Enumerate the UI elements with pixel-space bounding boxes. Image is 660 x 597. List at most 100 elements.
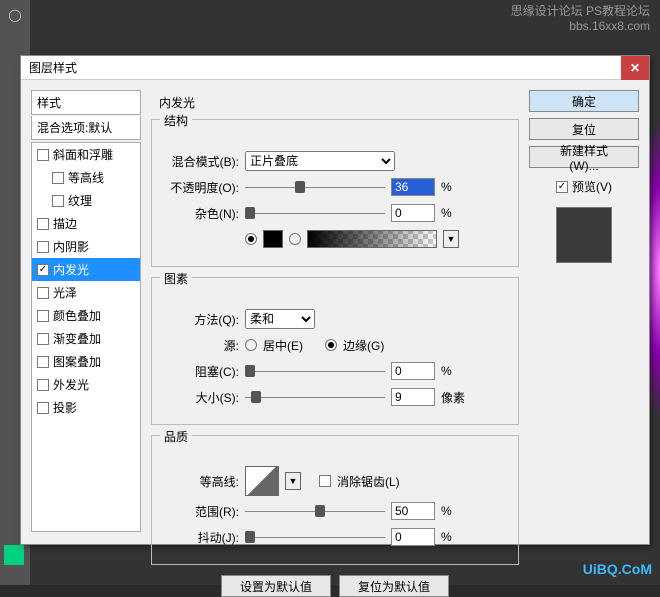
preview-swatch	[556, 207, 612, 263]
style-item[interactable]: 光泽	[32, 281, 140, 304]
jitter-slider[interactable]	[245, 528, 385, 546]
styles-header[interactable]: 样式	[31, 90, 141, 115]
style-checkbox[interactable]	[37, 218, 49, 230]
range-slider[interactable]	[245, 502, 385, 520]
style-checkbox[interactable]	[37, 287, 49, 299]
make-default-button[interactable]: 设置为默认值	[221, 575, 331, 597]
styles-column: 样式 混合选项:默认 斜面和浮雕等高线纹理描边内阴影内发光光泽颜色叠加渐变叠加图…	[31, 90, 141, 534]
range-input[interactable]: 50	[391, 502, 435, 520]
technique-select[interactable]: 柔和	[245, 309, 315, 329]
style-item[interactable]: 内阴影	[32, 235, 140, 258]
style-checkbox[interactable]	[52, 195, 64, 207]
style-label: 斜面和浮雕	[53, 146, 113, 163]
preview-checkbox[interactable]	[556, 181, 568, 193]
source-center-label: 居中(E)	[263, 337, 303, 354]
structure-group: 结构 混合模式(B): 正片叠底 不透明度(O): 36 % 杂色(N): 0 …	[151, 119, 519, 267]
style-item[interactable]: 图案叠加	[32, 350, 140, 373]
cancel-button[interactable]: 复位	[529, 118, 639, 140]
style-label: 颜色叠加	[53, 307, 101, 324]
style-label: 等高线	[68, 169, 104, 186]
opacity-unit: %	[441, 180, 452, 194]
color-radio[interactable]	[245, 233, 257, 245]
style-item[interactable]: 描边	[32, 212, 140, 235]
choke-input[interactable]: 0	[391, 362, 435, 380]
choke-slider[interactable]	[245, 362, 385, 380]
contour-picker[interactable]	[245, 466, 279, 496]
right-column: 确定 复位 新建样式(W)... 预览(V)	[529, 90, 639, 534]
footer-buttons: 设置为默认值 复位为默认值	[151, 575, 519, 597]
style-label: 描边	[53, 215, 77, 232]
style-item[interactable]: 颜色叠加	[32, 304, 140, 327]
close-button[interactable]: ✕	[621, 56, 649, 80]
panel-title: 内发光	[151, 90, 519, 115]
style-label: 内阴影	[53, 238, 89, 255]
style-item[interactable]: 纹理	[32, 189, 140, 212]
foreground-color-swatch[interactable]	[4, 545, 24, 565]
structure-legend: 结构	[160, 112, 192, 129]
watermark-bottom: UiBQ.CoM	[583, 561, 652, 577]
reset-default-button[interactable]: 复位为默认值	[339, 575, 449, 597]
blend-mode-select[interactable]: 正片叠底	[245, 151, 395, 171]
settings-column: 内发光 结构 混合模式(B): 正片叠底 不透明度(O): 36 % 杂色(N)…	[151, 90, 519, 534]
range-label: 范围(R):	[164, 503, 239, 520]
jitter-unit: %	[441, 530, 452, 544]
style-checkbox[interactable]	[37, 356, 49, 368]
range-unit: %	[441, 504, 452, 518]
lasso-icon[interactable]: ◯	[2, 2, 28, 28]
antialias-checkbox[interactable]	[319, 475, 331, 487]
style-checkbox[interactable]	[37, 379, 49, 391]
opacity-label: 不透明度(O):	[164, 179, 239, 196]
style-item[interactable]: 渐变叠加	[32, 327, 140, 350]
style-checkbox[interactable]	[37, 149, 49, 161]
source-center-radio[interactable]	[245, 339, 257, 351]
style-label: 外发光	[53, 376, 89, 393]
blending-options[interactable]: 混合选项:默认	[31, 116, 141, 140]
jitter-label: 抖动(J):	[164, 529, 239, 546]
gradient-radio[interactable]	[289, 233, 301, 245]
style-item[interactable]: 投影	[32, 396, 140, 419]
ok-button[interactable]: 确定	[529, 90, 639, 112]
opacity-slider[interactable]	[245, 178, 385, 196]
dialog-title: 图层样式	[29, 59, 77, 76]
blend-mode-label: 混合模式(B):	[164, 153, 239, 170]
jitter-input[interactable]: 0	[391, 528, 435, 546]
quality-legend: 品质	[160, 428, 192, 445]
style-checkbox[interactable]	[52, 172, 64, 184]
noise-input[interactable]: 0	[391, 204, 435, 222]
style-label: 渐变叠加	[53, 330, 101, 347]
noise-slider[interactable]	[245, 204, 385, 222]
style-checkbox[interactable]	[37, 333, 49, 345]
styles-list: 斜面和浮雕等高线纹理描边内阴影内发光光泽颜色叠加渐变叠加图案叠加外发光投影	[31, 142, 141, 532]
style-label: 投影	[53, 399, 77, 416]
style-item[interactable]: 外发光	[32, 373, 140, 396]
technique-label: 方法(Q):	[164, 311, 239, 328]
choke-label: 阻塞(C):	[164, 363, 239, 380]
style-checkbox[interactable]	[37, 310, 49, 322]
style-checkbox[interactable]	[37, 241, 49, 253]
size-unit: 像素	[441, 389, 465, 406]
style-label: 纹理	[68, 192, 92, 209]
size-input[interactable]: 9	[391, 388, 435, 406]
style-checkbox[interactable]	[37, 402, 49, 414]
contour-dropdown-icon[interactable]: ▼	[285, 472, 301, 490]
elements-legend: 图素	[160, 270, 192, 287]
style-item[interactable]: 内发光	[32, 258, 140, 281]
opacity-input[interactable]: 36	[391, 178, 435, 196]
style-item[interactable]: 等高线	[32, 166, 140, 189]
noise-label: 杂色(N):	[164, 205, 239, 222]
style-item[interactable]: 斜面和浮雕	[32, 143, 140, 166]
size-label: 大小(S):	[164, 389, 239, 406]
antialias-label: 消除锯齿(L)	[337, 473, 400, 490]
new-style-button[interactable]: 新建样式(W)...	[529, 146, 639, 168]
size-slider[interactable]	[245, 388, 385, 406]
quality-group: 品质 等高线: ▼ 消除锯齿(L) 范围(R): 50 % 抖动(J):	[151, 435, 519, 565]
source-edge-radio[interactable]	[325, 339, 337, 351]
style-label: 图案叠加	[53, 353, 101, 370]
gradient-picker[interactable]	[307, 230, 437, 248]
style-label: 内发光	[53, 261, 89, 278]
color-swatch[interactable]	[263, 230, 283, 248]
style-checkbox[interactable]	[37, 264, 49, 276]
titlebar[interactable]: 图层样式 ✕	[21, 56, 649, 80]
gradient-dropdown-icon[interactable]: ▼	[443, 230, 459, 248]
choke-unit: %	[441, 364, 452, 378]
